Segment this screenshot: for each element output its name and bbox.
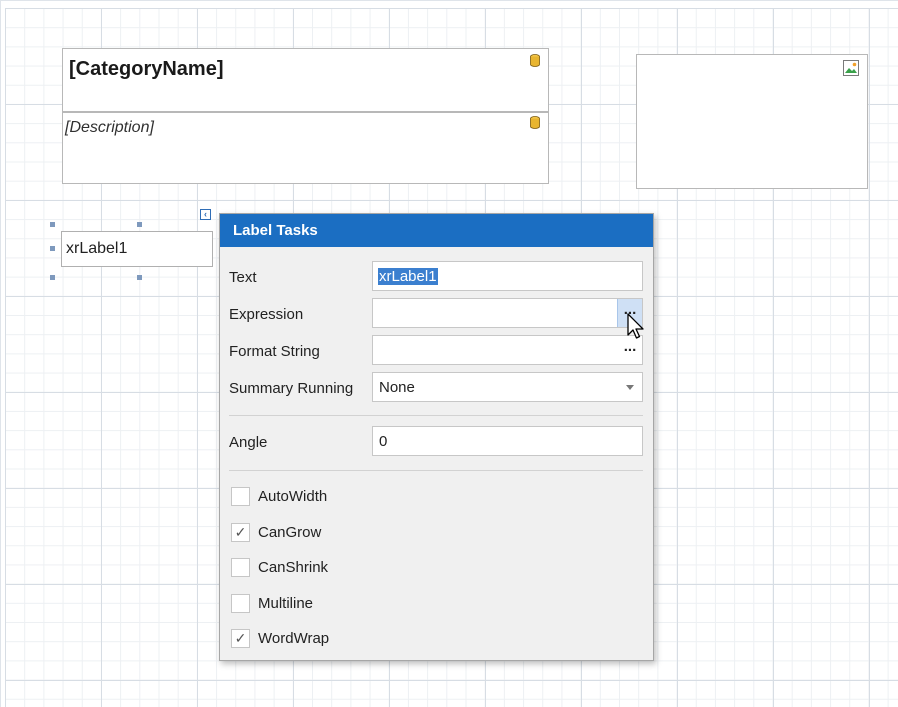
- category-name-field[interactable]: [CategoryName]: [62, 48, 549, 112]
- text-input-value: xrLabel1: [378, 268, 438, 285]
- cangrow-checkbox[interactable]: ✓: [231, 523, 250, 542]
- canshrink-label: CanShrink: [258, 559, 329, 576]
- canshrink-checkbox[interactable]: [231, 558, 250, 577]
- category-name-text: [CategoryName]: [69, 58, 224, 80]
- expression-input[interactable]: ...: [372, 298, 643, 328]
- angle-label: Angle: [229, 434, 268, 451]
- format-string-input[interactable]: ...: [372, 335, 643, 365]
- image-icon: [843, 60, 859, 76]
- cangrow-label: CanGrow: [258, 524, 322, 541]
- description-field[interactable]: [Description]: [62, 112, 549, 184]
- resize-handle[interactable]: [50, 222, 55, 227]
- checkmark-icon: ✓: [234, 630, 247, 646]
- mouse-cursor-icon: [627, 313, 644, 339]
- summary-running-label: Summary Running: [229, 380, 354, 397]
- resize-handle[interactable]: [137, 222, 142, 227]
- picture-box[interactable]: [636, 54, 868, 189]
- database-icon: [530, 54, 540, 67]
- wordwrap-checkbox[interactable]: ✓: [231, 629, 250, 648]
- xrlabel1-control[interactable]: xrLabel1: [61, 231, 213, 267]
- smart-tag-icon[interactable]: ‹: [200, 209, 211, 220]
- text-input[interactable]: xrLabel1: [372, 261, 643, 291]
- separator: [229, 470, 643, 471]
- summary-running-select[interactable]: None: [372, 372, 643, 402]
- dropdown-arrow-icon: [626, 385, 634, 390]
- label-tasks-panel: Label Tasks Text xrLabel1 Expression ...…: [219, 213, 654, 661]
- autowidth-label: AutoWidth: [258, 488, 328, 505]
- format-string-label: Format String: [229, 343, 320, 360]
- expression-label: Expression: [229, 306, 304, 323]
- wordwrap-label: WordWrap: [258, 630, 330, 647]
- multiline-checkbox[interactable]: [231, 594, 250, 613]
- summary-running-value: None: [379, 379, 415, 396]
- xrlabel1-text: xrLabel1: [66, 240, 128, 257]
- resize-handle[interactable]: [137, 275, 142, 280]
- multiline-label: Multiline: [258, 595, 314, 612]
- angle-input[interactable]: 0: [372, 426, 643, 456]
- text-label: Text: [229, 269, 257, 286]
- autowidth-checkbox[interactable]: [231, 487, 250, 506]
- panel-header: Label Tasks: [220, 214, 653, 247]
- separator: [229, 415, 643, 416]
- resize-handle[interactable]: [50, 246, 55, 251]
- panel-title: Label Tasks: [233, 222, 318, 239]
- angle-value: 0: [379, 433, 388, 450]
- checkmark-icon: ✓: [234, 524, 247, 540]
- description-text: [Description]: [65, 119, 154, 136]
- resize-handle[interactable]: [50, 275, 55, 280]
- database-icon: [530, 116, 540, 129]
